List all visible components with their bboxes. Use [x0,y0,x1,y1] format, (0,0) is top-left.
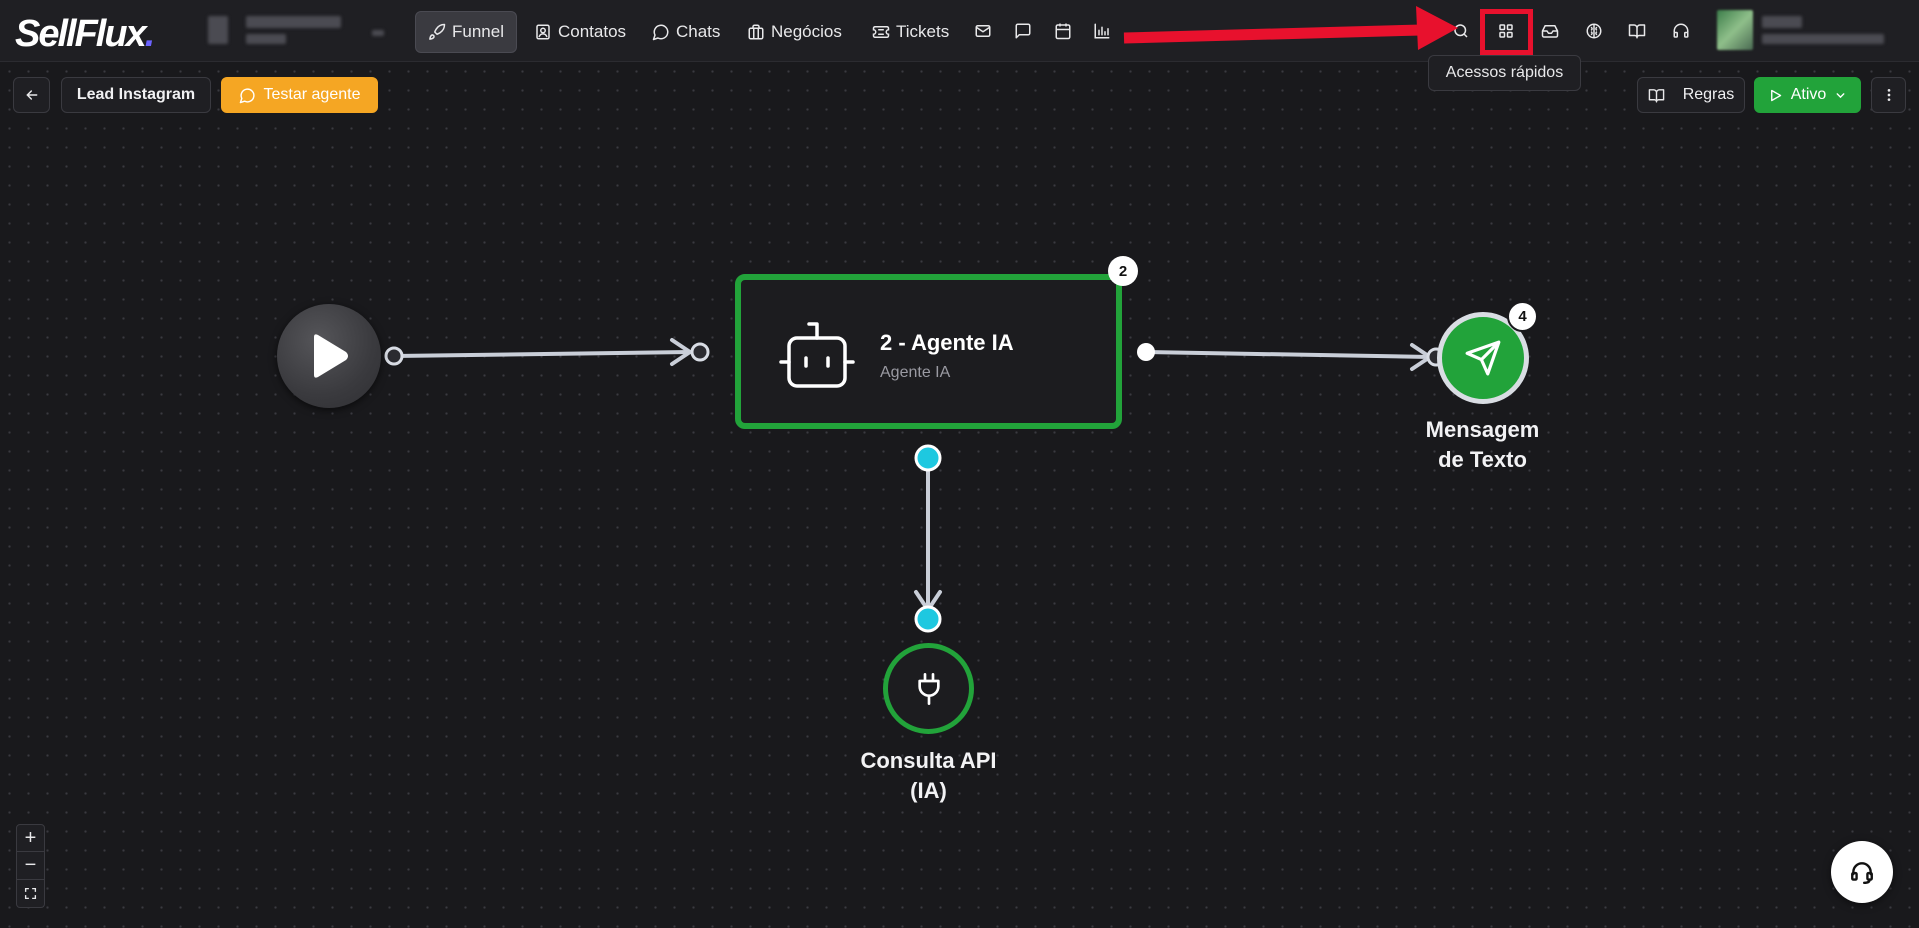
chat-bubble-icon [652,24,669,41]
rules-label: Regras [1682,86,1735,103]
arrow-left-icon [25,90,37,100]
chat-bubble-icon [239,87,255,103]
agent-node-badge: 2 [1108,256,1138,286]
annotation-arrow [1123,6,1458,50]
messages-button[interactable] [1012,20,1034,42]
support-chat-button[interactable] [1831,841,1893,903]
annotation-highlight-box [1480,9,1533,55]
user-avatar[interactable] [1717,10,1753,50]
contacts-icon [536,24,550,40]
test-agent-label: Testar agente [263,86,361,103]
blurred-account-avatar [208,16,228,44]
agent-ia-node[interactable]: 2 - Agente IA Agente IA [735,274,1122,429]
status-label: Ativo [1790,86,1827,103]
headset-icon [1851,862,1873,885]
blurred-user-name [1762,16,1802,28]
inbox-icon [1541,25,1559,38]
ai-brain-button[interactable] [1583,20,1605,42]
sellflux-logo[interactable]: SellFlux. [15,13,155,56]
fullscreen-icon [24,887,37,900]
play-icon [314,334,348,378]
message-node-badge: 4 [1507,301,1538,332]
nav-tickets-label: Tickets [896,22,950,41]
quick-access-tooltip: Acessos rápidos [1428,55,1581,91]
test-agent-button[interactable]: Testar agente [221,77,378,113]
message-node-label-line2: de Texto [1438,447,1527,472]
message-node-label: Mensagem de Texto [1400,415,1565,475]
nav-funnel-label: Funnel [452,22,504,41]
reports-button[interactable] [1091,20,1113,42]
back-button[interactable] [13,77,50,113]
more-options-button[interactable] [1871,77,1906,113]
brain-icon [1586,23,1602,39]
api-query-node[interactable] [883,643,974,734]
blurred-account-detail [246,34,286,44]
inbox-button[interactable] [1539,20,1561,42]
more-vertical-icon [1887,89,1890,101]
message-node-label-line1: Mensagem [1425,417,1540,442]
chevron-down-icon [1836,92,1845,98]
rocket-icon [429,23,446,40]
breadcrumb-funnel-name[interactable]: Lead Instagram [61,77,211,113]
nav-chats-label: Chats [676,22,721,41]
book-open-icon [1648,88,1664,103]
bar-chart-icon [1094,23,1110,39]
nav-negocios[interactable]: Negócios [735,11,854,53]
nav-contatos-label: Contatos [558,22,627,41]
zoom-in-button[interactable]: + [16,824,45,852]
zoom-out-button[interactable]: − [16,852,45,880]
ticket-icon [872,26,890,38]
agent-node-subtitle: Agente IA [880,364,951,381]
headset-icon [1673,23,1689,38]
send-icon [1465,340,1501,376]
support-button[interactable] [1670,20,1692,42]
api-node-label: Consulta API (IA) [845,746,1012,806]
mail-icon [975,25,991,37]
message-square-icon [1015,23,1031,39]
email-button[interactable] [972,20,994,42]
plug-icon [917,672,940,705]
blurred-account-name [246,16,341,28]
nav-contatos[interactable]: Contatos [522,11,638,53]
blurred-account-extra [372,30,384,36]
nav-funnel[interactable]: Funnel [415,11,517,53]
robot-icon [779,322,855,388]
api-node-label-line1: Consulta API [860,748,997,773]
docs-button[interactable] [1626,20,1648,42]
agent-node-title: 2 - Agente IA [880,330,1014,355]
api-node-label-line2: (IA) [910,778,947,803]
calendar-button[interactable] [1052,20,1074,42]
nav-negocios-label: Negócios [771,22,842,41]
book-open-icon [1628,24,1646,39]
play-outline-icon [1770,89,1781,101]
top-navigation-bar: SellFlux. Funnel Contatos Chats Negócios… [0,0,1919,62]
rules-button[interactable]: Regras [1637,77,1745,113]
briefcase-icon [748,24,764,40]
fit-view-button[interactable] [16,880,45,908]
start-node[interactable] [277,304,381,408]
status-active-button[interactable]: Ativo [1754,77,1861,113]
nav-chats[interactable]: Chats [640,11,732,53]
blurred-user-email [1762,34,1884,44]
calendar-icon [1055,23,1071,40]
nav-tickets[interactable]: Tickets [860,11,961,53]
